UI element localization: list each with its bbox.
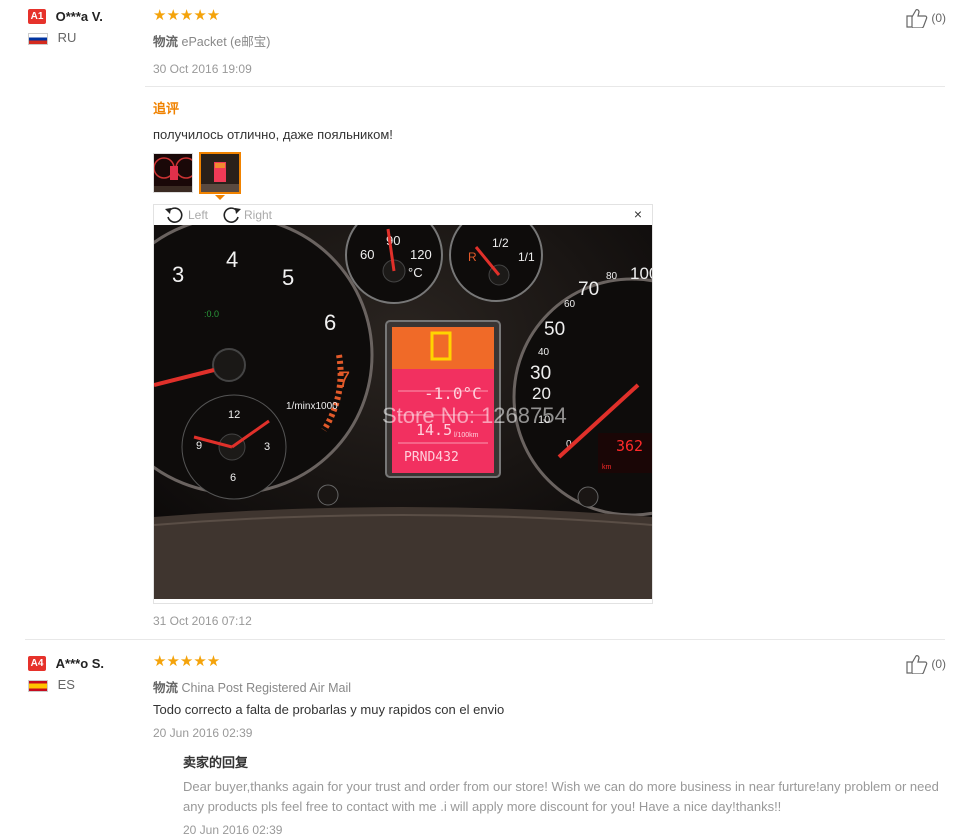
review-divider xyxy=(25,639,945,640)
country-code: ES xyxy=(57,677,75,693)
review-photo: 3 4 5 6 7 1/minx1000 :0.0 12 3 6 9 60 90… xyxy=(154,225,652,599)
speed-label: 60 xyxy=(564,299,576,310)
lcd-unit: l/100km xyxy=(454,432,479,439)
thumbs-up-icon xyxy=(906,655,928,674)
flag-ru-icon xyxy=(28,32,48,45)
reviewer-info: A1 O***a V. RU xyxy=(28,8,103,45)
rotate-left-button[interactable]: Left xyxy=(164,206,208,224)
speed-label: 30 xyxy=(530,363,551,384)
photo-thumbnails xyxy=(153,152,253,200)
fuel-label: 1/2 xyxy=(492,236,509,250)
seller-reply-date: 20 Jun 2016 02:39 xyxy=(183,823,283,837)
review-date: 30 Oct 2016 19:09 xyxy=(153,62,252,76)
reviewer-name: O***a V. xyxy=(55,9,103,25)
photo-thumbnail[interactable] xyxy=(153,153,193,193)
photo-thumbnail-selected[interactable] xyxy=(199,152,241,194)
level-badge: A4 xyxy=(28,656,46,672)
tach-label: 5 xyxy=(282,265,294,290)
divider xyxy=(145,86,945,87)
tach-unit: 1/minx1000 xyxy=(286,401,338,412)
logistics-info: 物流 ePacket (e邮宝) xyxy=(153,31,270,50)
followup-title: 追评 xyxy=(153,101,180,116)
speed-label: 40 xyxy=(538,347,550,358)
odometer-unit: km xyxy=(602,464,612,471)
star-rating: ★★★★★ xyxy=(153,7,221,24)
helpful-button[interactable]: (0) xyxy=(906,654,946,674)
helpful-count: (0) xyxy=(931,657,946,671)
temp-unit: °C xyxy=(408,265,423,280)
speed-label: 100 xyxy=(630,264,652,283)
fuel-reserve-label: R xyxy=(468,250,477,264)
reviewer-info: A4 A***o S. ES xyxy=(28,655,104,692)
odometer-value: 362 xyxy=(616,437,643,455)
selected-pointer xyxy=(215,195,225,200)
image-viewer: Left Right × 3 4 5 6 7 1/minx1000:0.0 1… xyxy=(153,204,653,604)
photo-watermark: Store No: 1268754 xyxy=(382,403,567,428)
clock-label: 3 xyxy=(264,441,270,453)
seller-reply-text: Dear buyer,thanks again for your trust a… xyxy=(183,779,939,814)
followup-text: получилось отлично, даже пояльником! xyxy=(153,127,393,142)
viewer-toolbar: Left Right × xyxy=(154,205,652,225)
followup-date: 31 Oct 2016 07:12 xyxy=(153,614,252,628)
logistics-method: China Post Registered Air Mail xyxy=(181,681,352,695)
speed-label: 80 xyxy=(606,271,618,282)
country-code: RU xyxy=(57,30,77,46)
level-badge: A1 xyxy=(28,9,46,25)
rotate-left-icon xyxy=(165,207,183,223)
lcd-gear: PRND432 xyxy=(404,450,459,465)
rotate-right-button[interactable]: Right xyxy=(220,206,272,224)
close-icon[interactable]: × xyxy=(634,206,642,222)
rotate-right-icon xyxy=(223,207,241,223)
thumbs-up-icon xyxy=(906,9,928,28)
fuel-label: 1/1 xyxy=(518,250,535,264)
speed-label: 70 xyxy=(578,279,599,300)
temp-label: 120 xyxy=(410,247,432,262)
tach-label: 4 xyxy=(226,247,238,272)
logistics-method: ePacket (e邮宝) xyxy=(181,35,271,49)
tach-label: 7 xyxy=(338,367,350,392)
indicator-text: :0.0 xyxy=(204,309,219,319)
tach-label: 3 xyxy=(172,262,184,287)
tach-label: 6 xyxy=(324,310,336,335)
lcd-temperature: -1.0°C xyxy=(424,384,482,403)
seller-reply-title: 卖家的回复 xyxy=(183,755,249,770)
helpful-button[interactable]: (0) xyxy=(906,8,946,28)
speed-label: 50 xyxy=(544,319,565,340)
star-rating: ★★★★★ xyxy=(153,653,221,670)
flag-es-icon xyxy=(28,679,48,692)
logistics-label: 物流 xyxy=(153,35,179,49)
clock-label: 9 xyxy=(196,440,202,452)
speed-label: 20 xyxy=(532,384,551,403)
temp-label: 60 xyxy=(360,247,374,262)
clock-label: 12 xyxy=(228,409,240,421)
seller-reply: 卖家的回复 Dear buyer,thanks again for your t… xyxy=(183,752,953,837)
review-date: 20 Jun 2016 02:39 xyxy=(153,726,253,740)
review-text: Todo correcto a falta de probarlas y muy… xyxy=(153,702,505,717)
clock-label: 6 xyxy=(230,472,236,484)
helpful-count: (0) xyxy=(931,11,946,25)
logistics-label: 物流 xyxy=(153,681,179,695)
reviewer-name: A***o S. xyxy=(55,656,105,672)
logistics-info: 物流 China Post Registered Air Mail xyxy=(153,677,351,696)
